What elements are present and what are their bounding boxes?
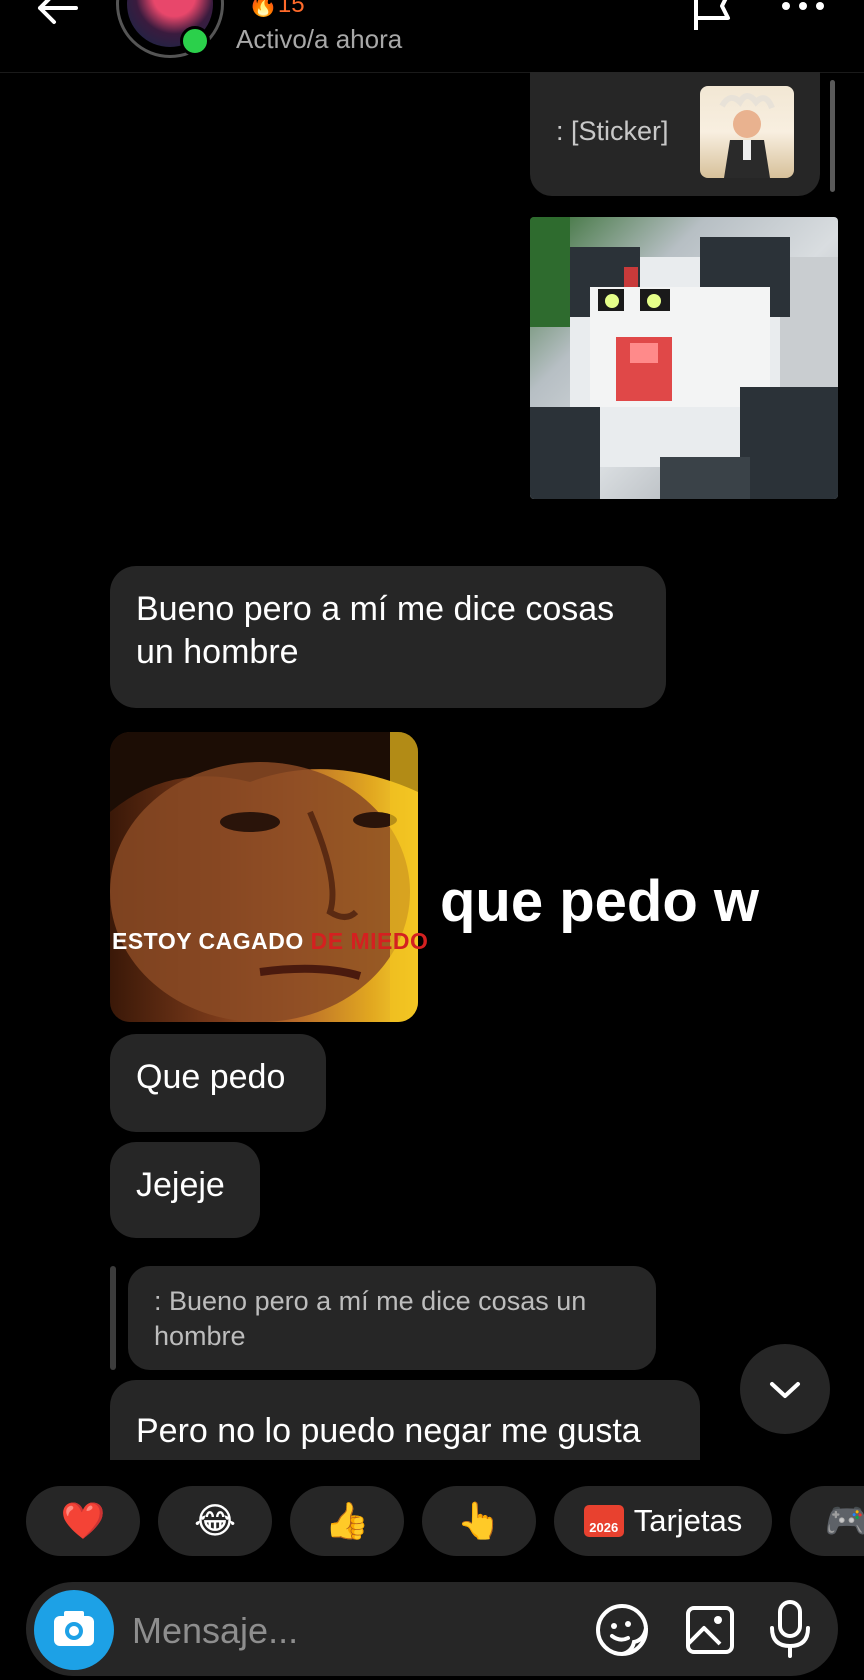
game-controller-icon: 🎮: [824, 1500, 864, 1541]
heart-icon: ❤️: [60, 1500, 106, 1541]
microphone-icon[interactable]: [762, 1596, 818, 1662]
cards-label: Tarjetas: [633, 1503, 743, 1538]
streak-badge: 🔥15: [248, 0, 305, 19]
back-arrow-icon[interactable]: [30, 0, 94, 34]
message-bubble[interactable]: Que pedo: [110, 1034, 326, 1132]
calendar-icon: 2026: [583, 1505, 624, 1537]
gallery-icon[interactable]: [680, 1600, 740, 1660]
message-input[interactable]: [130, 1600, 564, 1662]
message-bubble[interactable]: Jejeje: [110, 1142, 260, 1238]
message-bubble[interactable]: Bueno pero a mí me dice cosas un hombre: [110, 566, 666, 708]
sticker-thumbnail[interactable]: [700, 86, 794, 178]
streak-count: 15: [277, 0, 305, 18]
reply-quote-bubble[interactable]: : Bueno pero a mí me dice cosas un hombr…: [128, 1266, 656, 1370]
chevron-down-icon: [770, 1382, 800, 1398]
laughing-face-icon: 😂: [193, 1500, 237, 1541]
games-button[interactable]: 🎮: [790, 1486, 864, 1556]
online-status-dot: [180, 26, 210, 56]
message-bubble[interactable]: Pero no lo puedo negar me gusta: [110, 1380, 700, 1460]
pointing-up-icon: 👆: [456, 1500, 502, 1541]
flag-icon[interactable]: [688, 0, 738, 38]
thumbs-up-icon: 👍: [324, 1500, 370, 1541]
quick-reaction-laugh[interactable]: 😂: [158, 1486, 272, 1556]
quick-reaction-heart[interactable]: ❤️: [26, 1486, 140, 1556]
scroll-to-bottom-button[interactable]: [740, 1344, 830, 1434]
cards-button[interactable]: 2026 Tarjetas: [554, 1486, 772, 1556]
camera-button[interactable]: [34, 1590, 114, 1670]
reply-indicator-bar: [110, 1266, 116, 1370]
sticker-reply-label: : [Sticker]: [556, 116, 669, 146]
scrollbar[interactable]: [830, 80, 835, 192]
sticker-icon[interactable]: [592, 1600, 652, 1660]
minecraft-image-message[interactable]: [530, 217, 838, 499]
active-status: Activo/a ahora: [236, 24, 403, 54]
more-options-icon[interactable]: [776, 0, 830, 30]
meme-caption-white: ESTOY CAGADO: [112, 928, 311, 954]
meme-caption-red: DE MIEDO: [310, 928, 429, 954]
meme-caption: ESTOY CAGADO DE MIEDO: [112, 928, 428, 955]
overlay-text: que pedo w: [440, 869, 759, 934]
quick-reaction-thumbs-up[interactable]: 👍: [290, 1486, 404, 1556]
meme-image-message[interactable]: [110, 732, 418, 1022]
quick-reaction-point-up[interactable]: 👆: [422, 1486, 536, 1556]
